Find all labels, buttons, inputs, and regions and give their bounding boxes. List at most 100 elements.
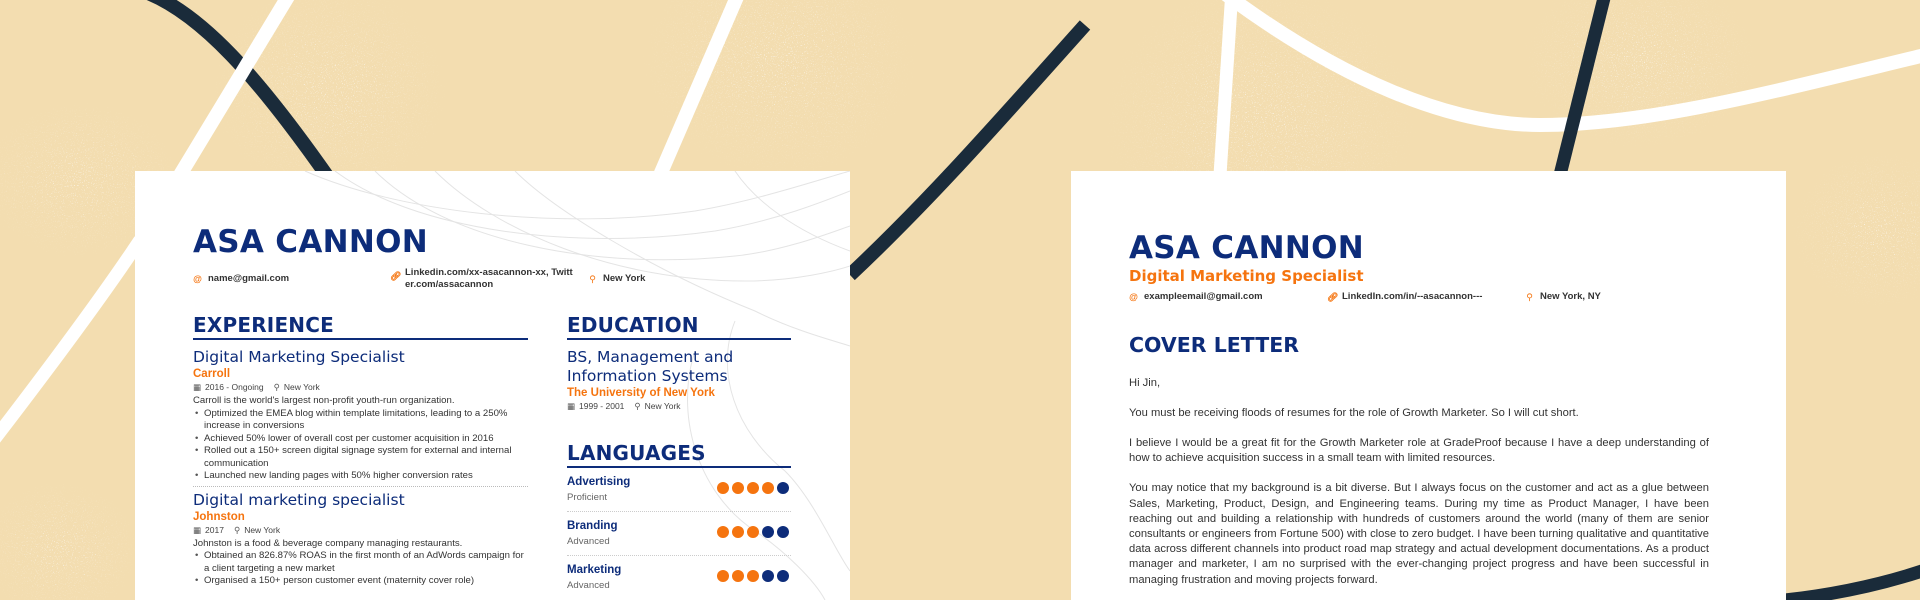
job-bullets: Obtained an 826.87% ROAS in the first mo… [193,550,528,588]
education-degree: BS, Management and Information Systems [567,348,734,385]
link-icon: 🔗︎ [1327,292,1339,302]
contact-location: ⚲ New York [588,273,645,285]
languages-list: Advertising Proficient Branding Advanced… [567,468,791,600]
language-level: Advanced [567,580,610,591]
link-icon: 🔗︎ [390,271,402,281]
rating-dot-empty [777,526,789,538]
language-level: Advanced [567,536,610,547]
rating-dot-filled [762,482,774,494]
at-icon: @ [193,274,202,284]
location-pin-icon: ⚲ [634,401,641,411]
job-bullet: Optimized the EMEA blog within template … [193,408,528,433]
job-bullet: Achieved 50% lower of overall cost per c… [193,433,528,446]
contact-location: ⚲ New York, NY [1525,291,1601,303]
location-pin-icon: ⚲ [1526,292,1533,302]
resume-page: ASA CANNON @ name@gmail.com 🔗︎ Linkedin.… [135,171,850,600]
location-pin-icon: ⚲ [233,524,241,535]
job-bullets: Optimized the EMEA blog within template … [193,408,528,483]
job-dates: 2017 [205,524,224,535]
language-name: Marketing [567,564,622,576]
education-meta: ▦ 1999 - 2001 ⚲ New York [567,400,791,412]
experience-heading: EXPERIENCE [193,315,528,340]
cover-name: ASA CANNON [1129,230,1365,266]
language-item: Marketing Advanced [567,556,791,600]
contact-linkedin-text: LinkedIn.com/in/--asacannon--- [1342,291,1483,302]
contact-links-line1: Linkedin.com/xx-asacannon-xx, Twitt [405,267,573,278]
resume-name: ASA CANNON [193,224,429,260]
education-location: New York [644,401,681,411]
languages-heading: LANGUAGES [567,443,791,468]
rating-dot-filled [747,570,759,582]
job-company: Carroll [193,368,231,380]
divider [193,485,528,487]
languages-section: LANGUAGES Advertising Proficient Brandin… [567,443,791,600]
cover-greeting: Hi Jin, [1129,376,1161,389]
language-name: Advertising [567,476,631,488]
rating-dot-filled [732,482,744,494]
education-heading: EDUCATION [567,315,791,340]
language-item: Branding Advanced [567,512,791,556]
calendar-icon: ▦ [193,524,202,535]
cover-paragraph: You must be receiving floods of resumes … [1129,406,1579,419]
education-school: The University of New York [567,387,715,399]
cover-letter-body: COVER LETTER Hi Jin, You must be receivi… [1129,335,1709,588]
job-dates: 2016 - Ongoing [205,382,264,392]
resume-contact-row: @ name@gmail.com 🔗︎ Linkedin.com/xx-asac… [193,267,793,300]
language-rating [717,570,789,582]
contact-email-text: name@gmail.com [208,273,290,284]
rating-dot-empty [762,526,774,538]
cover-paragraph: You may notice that my background is a b… [1129,482,1709,586]
cover-subtitle: Digital Marketing Specialist [1129,267,1364,285]
job-description: Carroll is the world's largest non-profi… [193,395,455,406]
contact-location-text: New York, NY [1540,291,1601,302]
job-entry: Digital Marketing Specialist Carroll ▦ 20… [193,348,528,487]
cover-letter-heading: COVER LETTER [1129,333,1300,357]
contact-email-text: exampleemail@gmail.com [1144,291,1263,302]
cover-letter-page: ASA CANNON Digital Marketing Specialist … [1071,171,1786,600]
contact-links-line2: er.com/assacannon [405,279,494,290]
education-section: EDUCATION BS, Management and Information… [567,315,791,412]
rating-dot-empty [762,570,774,582]
language-rating [717,482,789,494]
cover-paragraph: I believe I would be a great fit for the… [1129,436,1709,465]
job-location: New York [283,382,320,392]
rating-dot-filled [747,482,759,494]
job-bullet: Rolled out a 150+ screen digital signage… [193,445,528,470]
location-pin-icon: ⚲ [589,274,596,284]
language-rating [717,526,789,538]
contact-email[interactable]: @ exampleemail@gmail.com [1129,291,1263,303]
job-location: New York [244,524,281,535]
calendar-icon: ▦ [193,382,202,392]
language-item: Advertising Proficient [567,468,791,512]
language-name: Branding [567,520,618,532]
education-dates: 1999 - 2001 [579,401,625,411]
experience-section: EXPERIENCE Digital Marketing Specialist … [193,315,528,588]
job-meta: ▦ 2017 ⚲ New York [193,524,528,536]
cover-contact-row: @ exampleemail@gmail.com 🔗︎ LinkedIn.com… [1129,291,1729,307]
at-icon: @ [1129,292,1138,302]
rating-dot-filled [732,570,744,582]
job-bullet: Organised a 150+ person customer event (… [193,575,528,588]
calendar-icon: ▦ [567,401,576,411]
rating-dot-empty [777,482,789,494]
job-title: Digital Marketing Specialist [193,348,405,366]
rating-dot-filled [717,570,729,582]
contact-email[interactable]: @ name@gmail.com [193,273,289,285]
contact-links[interactable]: 🔗︎ Linkedin.com/xx-asacannon-xx, Twitt e… [390,267,573,291]
job-title: Digital marketing specialist [193,490,405,509]
rating-dot-filled [747,526,759,538]
job-bullet: Launched new landing pages with 50% high… [193,470,528,483]
contact-location-text: New York [603,273,646,284]
job-description: Johnston is a food & beverage company ma… [193,537,463,549]
contact-linkedin[interactable]: 🔗︎ LinkedIn.com/in/--asacannon--- [1327,291,1482,303]
job-meta: ▦ 2016 - Ongoing ⚲ New York [193,381,528,393]
rating-dot-filled [717,526,729,538]
job-company: Johnston [193,510,245,523]
rating-dot-filled [717,482,729,494]
job-bullet: Obtained an 826.87% ROAS in the first mo… [193,550,528,575]
rating-dot-filled [732,526,744,538]
language-level: Proficient [567,492,607,503]
rating-dot-empty [777,570,789,582]
location-pin-icon: ⚲ [273,382,280,392]
job-entry: Digital marketing specialist Johnston ▦ 2… [193,491,528,588]
